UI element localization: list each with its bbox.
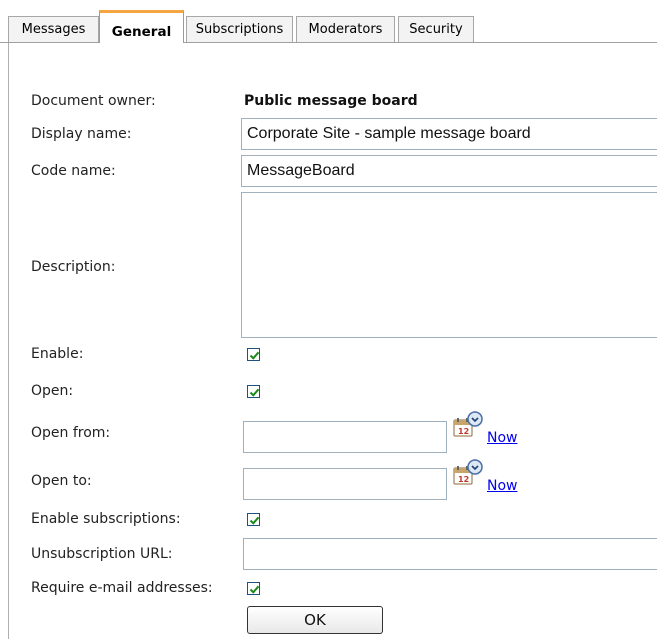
enable-subscriptions-checkbox[interactable] bbox=[247, 513, 260, 526]
open-to-now-link[interactable]: Now bbox=[487, 478, 518, 494]
open-to-input[interactable] bbox=[243, 468, 447, 500]
document-owner-value: Public message board bbox=[244, 93, 418, 109]
display-name-label: Display name: bbox=[31, 126, 132, 142]
tab-security[interactable]: Security bbox=[398, 16, 474, 42]
tab-bar: Messages General Subscriptions Moderator… bbox=[0, 0, 657, 43]
checkmark-icon bbox=[249, 388, 260, 397]
code-name-input[interactable]: MessageBoard bbox=[241, 155, 657, 187]
open-checkbox[interactable] bbox=[247, 385, 260, 398]
document-owner-label: Document owner: bbox=[31, 93, 156, 109]
content-left-border bbox=[8, 43, 9, 639]
open-from-label: Open from: bbox=[31, 425, 111, 441]
require-email-label: Require e-mail addresses: bbox=[31, 580, 213, 596]
open-from-now-link[interactable]: Now bbox=[487, 430, 518, 446]
require-email-checkbox[interactable] bbox=[247, 582, 260, 595]
code-name-label: Code name: bbox=[31, 163, 116, 179]
enable-label: Enable: bbox=[31, 346, 84, 362]
tab-subscriptions[interactable]: Subscriptions bbox=[186, 16, 293, 42]
description-textarea[interactable] bbox=[241, 192, 657, 338]
ok-button[interactable]: OK bbox=[247, 606, 383, 634]
description-label: Description: bbox=[31, 259, 116, 275]
open-from-input[interactable] bbox=[243, 421, 447, 453]
calendar-icon[interactable]: 12 bbox=[452, 410, 484, 440]
checkmark-icon bbox=[249, 351, 260, 360]
unsubscription-url-input[interactable] bbox=[243, 538, 657, 570]
open-to-label: Open to: bbox=[31, 473, 92, 489]
enable-subscriptions-label: Enable subscriptions: bbox=[31, 511, 181, 527]
svg-text:12: 12 bbox=[458, 475, 469, 484]
tab-general[interactable]: General bbox=[99, 10, 184, 43]
svg-text:12: 12 bbox=[458, 427, 469, 436]
tab-moderators[interactable]: Moderators bbox=[296, 16, 395, 42]
display-name-input[interactable]: Corporate Site - sample message board bbox=[241, 118, 657, 150]
enable-checkbox[interactable] bbox=[247, 348, 260, 361]
checkmark-icon bbox=[249, 516, 260, 525]
checkmark-icon bbox=[249, 585, 260, 594]
unsubscription-url-label: Unsubscription URL: bbox=[31, 546, 173, 562]
open-label: Open: bbox=[31, 383, 74, 399]
calendar-icon[interactable]: 12 bbox=[452, 458, 484, 488]
tab-messages[interactable]: Messages bbox=[8, 16, 99, 42]
